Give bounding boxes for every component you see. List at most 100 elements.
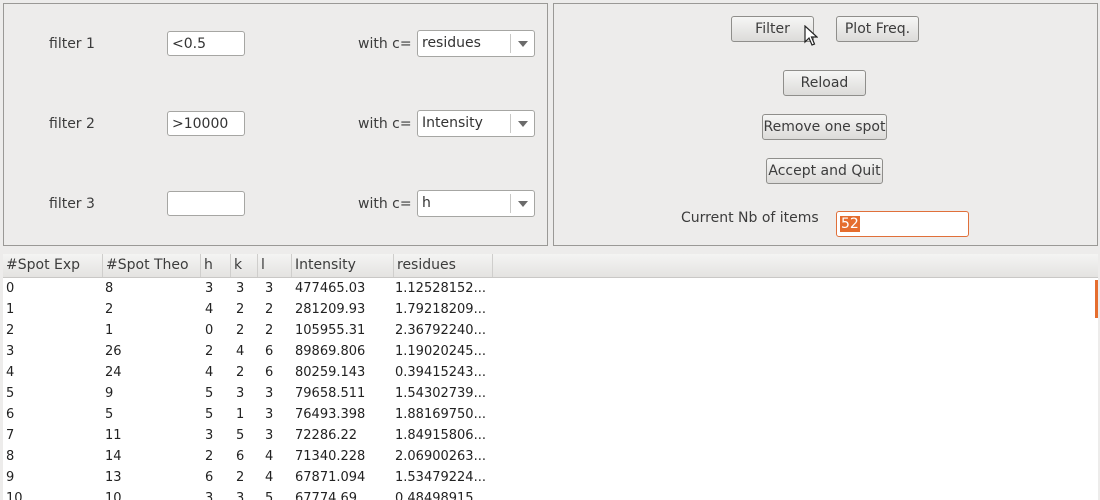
- column-header-spot-exp[interactable]: #Spot Exp: [3, 254, 103, 277]
- remove-one-spot-button[interactable]: Remove one spot: [762, 114, 887, 140]
- cell-residues: 1.54302739...: [395, 386, 486, 401]
- cell-h: 2: [205, 449, 214, 464]
- table-row[interactable]: 10 10 3 3 5 67774.69 0.48498915...: [3, 488, 1098, 500]
- cell-residues: 0.48498915...: [395, 491, 486, 500]
- cell-l: 2: [265, 323, 274, 338]
- reload-button[interactable]: Reload: [783, 70, 866, 96]
- filter-3-column-value: h: [422, 195, 431, 211]
- cell-residues: 0.39415243...: [395, 365, 486, 380]
- table-row[interactable]: 9 13 6 2 4 67871.094 1.53479224...: [3, 467, 1098, 488]
- cell-spot-theo: 5: [105, 407, 114, 422]
- cell-spot-exp: 9: [6, 470, 15, 485]
- cell-residues: 1.53479224...: [395, 470, 486, 485]
- cell-spot-theo: 26: [105, 344, 122, 359]
- cell-spot-exp: 3: [6, 344, 15, 359]
- combo-divider: [510, 34, 511, 53]
- table-row[interactable]: 7 11 3 5 3 72286.22 1.84915806...: [3, 425, 1098, 446]
- cell-l: 3: [265, 281, 274, 296]
- cell-spot-exp: 1: [6, 302, 15, 317]
- cell-residues: 2.06900263...: [395, 449, 486, 464]
- cell-h: 4: [205, 302, 214, 317]
- cell-l: 3: [265, 407, 274, 422]
- column-header-h[interactable]: h: [201, 254, 231, 277]
- chevron-down-icon[interactable]: [518, 201, 528, 207]
- cell-spot-exp: 7: [6, 428, 15, 443]
- filter-3-with-label: with c=: [358, 196, 412, 212]
- table-row[interactable]: 4 24 4 2 6 80259.143 0.39415243...: [3, 362, 1098, 383]
- column-header-intensity[interactable]: Intensity: [292, 254, 394, 277]
- cell-l: 3: [265, 428, 274, 443]
- filter-button[interactable]: Filter: [731, 16, 814, 42]
- table-row[interactable]: 3 26 2 4 6 89869.806 1.19020245...: [3, 341, 1098, 362]
- current-nb-items-field[interactable]: 52: [836, 211, 969, 237]
- filter-2-column-value: Intensity: [422, 115, 483, 131]
- chevron-down-icon[interactable]: [518, 41, 528, 47]
- table-row[interactable]: 5 9 5 3 3 79658.511 1.54302739...: [3, 383, 1098, 404]
- column-header-residues[interactable]: residues: [394, 254, 493, 277]
- cell-intensity: 79658.511: [295, 386, 366, 401]
- cell-spot-theo: 8: [105, 281, 114, 296]
- cell-residues: 1.12528152...: [395, 281, 486, 296]
- filter-3-input[interactable]: [167, 191, 245, 216]
- cell-spot-theo: 2: [105, 302, 114, 317]
- column-header-l[interactable]: l: [258, 254, 292, 277]
- cell-k: 2: [236, 470, 245, 485]
- cell-k: 2: [236, 323, 245, 338]
- mouse-pointer-icon: [804, 25, 818, 46]
- table-body: 0 8 3 3 3 477465.03 1.12528152... 1 2 4 2 2 281209.9…: [3, 278, 1098, 500]
- cell-h: 3: [205, 491, 214, 500]
- table-row[interactable]: 0 8 3 3 3 477465.03 1.12528152...: [3, 278, 1098, 299]
- cell-spot-exp: 2: [6, 323, 15, 338]
- cell-k: 4: [236, 344, 245, 359]
- cell-k: 3: [236, 386, 245, 401]
- cell-h: 5: [205, 407, 214, 422]
- spots-table[interactable]: #Spot Exp #Spot Theo h k l Intensity res…: [3, 254, 1098, 500]
- table-row[interactable]: 6 5 5 1 3 76493.398 1.88169750...: [3, 404, 1098, 425]
- cell-residues: 1.84915806...: [395, 428, 486, 443]
- cell-k: 3: [236, 491, 245, 500]
- cell-l: 4: [265, 470, 274, 485]
- cell-intensity: 72286.22: [295, 428, 358, 443]
- cell-spot-theo: 11: [105, 428, 122, 443]
- chevron-down-icon[interactable]: [518, 121, 528, 127]
- cell-h: 4: [205, 365, 214, 380]
- cell-spot-theo: 1: [105, 323, 114, 338]
- cell-k: 3: [236, 281, 245, 296]
- combo-divider: [510, 194, 511, 213]
- cell-intensity: 105955.31: [295, 323, 366, 338]
- filter-2-with-label: with c=: [358, 116, 412, 132]
- filters-panel: filter 1 with c= residues filter 2 with …: [3, 3, 548, 246]
- cell-k: 6: [236, 449, 245, 464]
- cell-intensity: 71340.228: [295, 449, 366, 464]
- cell-h: 2: [205, 344, 214, 359]
- cell-intensity: 67774.69: [295, 491, 358, 500]
- cell-k: 5: [236, 428, 245, 443]
- plot-freq-button[interactable]: Plot Freq.: [836, 16, 919, 42]
- cell-intensity: 76493.398: [295, 407, 366, 422]
- filter-1-column-select[interactable]: residues: [417, 30, 535, 57]
- cell-h: 5: [205, 386, 214, 401]
- cell-k: 2: [236, 302, 245, 317]
- filter-3-column-select[interactable]: h: [417, 190, 535, 217]
- column-header-k[interactable]: k: [231, 254, 258, 277]
- accept-and-quit-button[interactable]: Accept and Quit: [766, 158, 883, 184]
- table-row[interactable]: 2 1 0 2 2 105955.31 2.36792240...: [3, 320, 1098, 341]
- cell-intensity: 89869.806: [295, 344, 366, 359]
- scrollbar[interactable]: [1095, 280, 1098, 318]
- filter-2-input[interactable]: [167, 111, 245, 136]
- actions-panel: Filter Plot Freq. Reload Remove one spot…: [553, 3, 1098, 246]
- cell-intensity: 477465.03: [295, 281, 366, 296]
- cell-h: 6: [205, 470, 214, 485]
- table-row[interactable]: 1 2 4 2 2 281209.93 1.79218209...: [3, 299, 1098, 320]
- cell-spot-theo: 10: [105, 491, 122, 500]
- cell-intensity: 281209.93: [295, 302, 366, 317]
- filter-2-column-select[interactable]: Intensity: [417, 110, 535, 137]
- column-header-spot-theo[interactable]: #Spot Theo: [103, 254, 201, 277]
- cell-h: 3: [205, 428, 214, 443]
- cell-l: 6: [265, 365, 274, 380]
- filter-1-input[interactable]: [167, 31, 245, 56]
- cell-residues: 1.79218209...: [395, 302, 486, 317]
- cell-spot-exp: 6: [6, 407, 15, 422]
- filter-1-column-value: residues: [422, 35, 481, 51]
- table-row[interactable]: 8 14 2 6 4 71340.228 2.06900263...: [3, 446, 1098, 467]
